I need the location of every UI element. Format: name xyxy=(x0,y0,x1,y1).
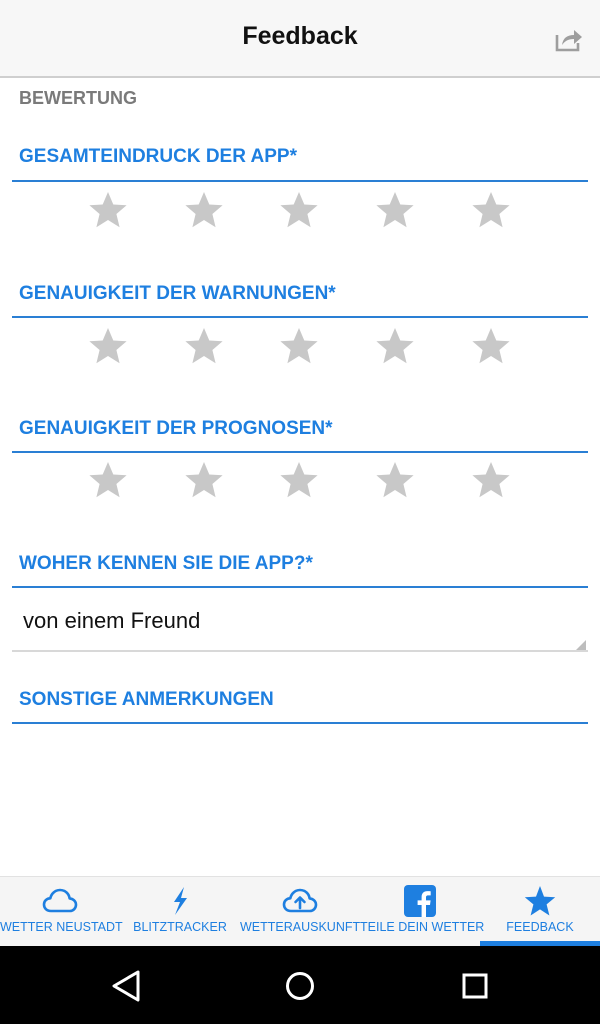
star-rating[interactable] xyxy=(0,190,600,236)
lightning-icon xyxy=(174,887,187,915)
remarks-title: SONSTIGE ANMERKUNGEN xyxy=(19,689,274,710)
share-button[interactable] xyxy=(554,24,584,54)
star-rating[interactable] xyxy=(0,326,600,372)
star-icon[interactable] xyxy=(184,326,224,366)
section-label: BEWERTUNG xyxy=(19,88,137,108)
recents-icon xyxy=(462,973,488,999)
question-title: WOHER KENNEN SIE DIE APP?* xyxy=(19,553,313,574)
tab-label: WETTER NEUSTADT xyxy=(0,920,123,934)
divider xyxy=(12,316,588,318)
source-select[interactable]: von einem Freund xyxy=(12,590,588,652)
star-icon[interactable] xyxy=(279,460,319,500)
system-nav-bar xyxy=(0,946,600,1024)
dropdown-corner-icon xyxy=(576,640,586,650)
tab-label: BLITZTRACKER xyxy=(133,920,227,934)
star-icon[interactable] xyxy=(184,460,224,500)
facebook-icon xyxy=(404,885,436,917)
recents-button[interactable] xyxy=(455,968,495,1004)
star-rating[interactable] xyxy=(0,460,600,506)
tab-label: FEEDBACK xyxy=(506,920,574,934)
share-icon xyxy=(555,30,582,52)
tab-wetter-neustadt[interactable]: WETTER NEUSTADT xyxy=(0,877,123,947)
source-selected-value: von einem Freund xyxy=(23,608,201,633)
star-icon[interactable] xyxy=(184,190,224,230)
star-icon[interactable] xyxy=(88,190,128,230)
star-icon[interactable] xyxy=(471,326,511,366)
star-icon[interactable] xyxy=(375,190,415,230)
star-icon[interactable] xyxy=(375,460,415,500)
divider xyxy=(12,586,588,588)
star-icon[interactable] xyxy=(279,190,319,230)
tab-label: TEILE DEIN WETTER xyxy=(360,920,485,934)
cloud-upload-icon xyxy=(282,888,318,913)
star-icon[interactable] xyxy=(88,460,128,500)
divider xyxy=(12,180,588,182)
back-button[interactable] xyxy=(106,968,146,1004)
tab-wetterauskunft[interactable]: WETTERAUSKUNFT xyxy=(240,877,360,947)
star-icon[interactable] xyxy=(88,326,128,366)
home-button[interactable] xyxy=(280,968,320,1004)
select-underline xyxy=(12,650,588,652)
star-icon[interactable] xyxy=(471,190,511,230)
question-title: GENAUIGKEIT DER PROGNOSEN* xyxy=(19,418,333,439)
bottom-tab-bar: WETTER NEUSTADT BLITZTRACKER WETTERAUSKU… xyxy=(0,876,600,947)
divider xyxy=(12,722,588,724)
tab-feedback[interactable]: FEEDBACK xyxy=(480,877,600,947)
star-icon[interactable] xyxy=(471,460,511,500)
star-icon xyxy=(524,886,556,916)
back-icon xyxy=(112,970,140,1002)
divider xyxy=(12,451,588,453)
question-title: GESAMTEINDRUCK DER APP* xyxy=(19,146,297,167)
home-icon xyxy=(286,972,314,1000)
cloud-icon xyxy=(42,888,78,913)
page-title: Feedback xyxy=(242,22,358,50)
tab-label: WETTERAUSKUNFT xyxy=(240,920,361,934)
star-icon[interactable] xyxy=(375,326,415,366)
tab-teile-dein-wetter[interactable]: TEILE DEIN WETTER xyxy=(360,877,485,947)
tab-blitztracker[interactable]: BLITZTRACKER xyxy=(120,877,240,947)
app-header: Feedback xyxy=(0,0,600,78)
star-icon[interactable] xyxy=(279,326,319,366)
question-title: GENAUIGKEIT DER WARNUNGEN* xyxy=(19,283,336,304)
